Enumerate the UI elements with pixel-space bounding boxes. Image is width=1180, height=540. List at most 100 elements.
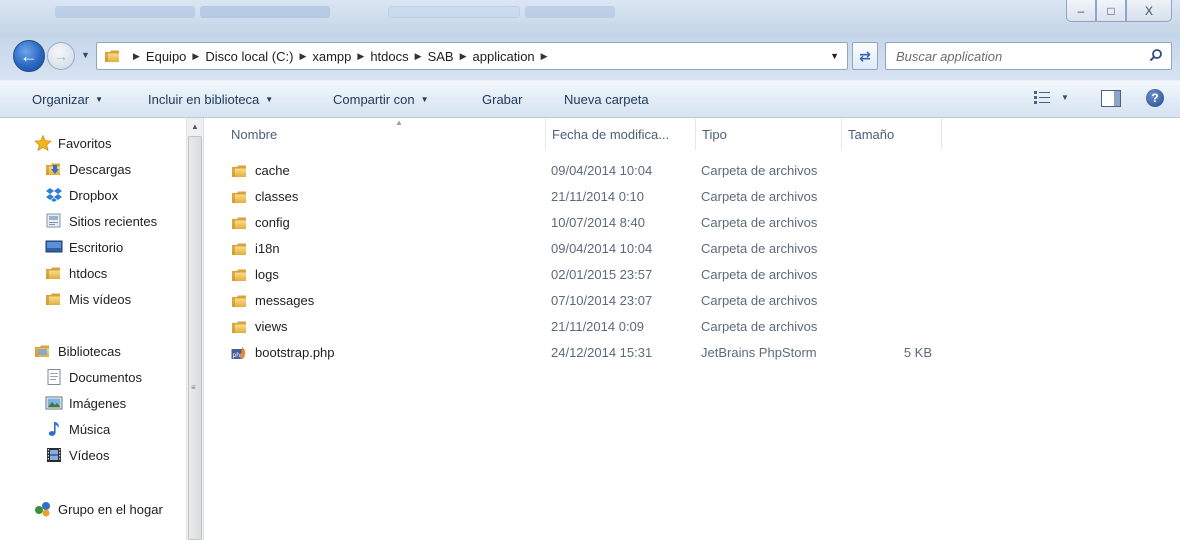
breadcrumb-htdocs[interactable]: htdocs bbox=[370, 49, 408, 64]
breadcrumb-sab[interactable]: SAB bbox=[428, 49, 454, 64]
breadcrumb-separator-icon[interactable]: ▶ bbox=[415, 51, 422, 62]
sidebar-item-dropbox[interactable]: Dropbox bbox=[45, 184, 118, 206]
table-row[interactable]: cache 09/04/2014 10:04 Carpeta de archivos bbox=[205, 158, 965, 184]
column-header-name[interactable]: Nombre ▲ bbox=[225, 118, 546, 150]
new-folder-button[interactable]: Nueva carpeta bbox=[564, 92, 649, 107]
file-name: i18n bbox=[255, 241, 280, 256]
sidebar-item-imagenes[interactable]: Imágenes bbox=[45, 392, 126, 414]
file-name: config bbox=[255, 215, 290, 230]
breadcrumb-separator-icon[interactable]: ▶ bbox=[357, 51, 364, 62]
table-row[interactable]: php bootstrap.php 24/12/2014 15:31 JetBrain… bbox=[205, 340, 965, 366]
forward-button[interactable]: → bbox=[47, 42, 75, 70]
sidebar-item-grupo-hogar[interactable]: Grupo en el hogar bbox=[34, 498, 163, 520]
pictures-icon bbox=[45, 396, 63, 410]
window-controls: – □ X bbox=[1066, 0, 1172, 22]
folder-icon bbox=[231, 294, 247, 308]
back-button[interactable]: ← bbox=[13, 40, 45, 72]
sidebar-item-documentos[interactable]: Documentos bbox=[45, 366, 142, 388]
sidebar-scrollbar[interactable]: ▲ ≡ bbox=[186, 118, 203, 540]
breadcrumb-disco-local[interactable]: Disco local (C:) bbox=[205, 49, 293, 64]
sidebar-item-label: htdocs bbox=[69, 265, 108, 281]
sidebar-item-label: Música bbox=[69, 421, 111, 437]
command-bar: Organizar ▼ Incluir en biblioteca ▼ Compar… bbox=[0, 80, 1180, 118]
refresh-button[interactable]: ⇄ bbox=[852, 42, 878, 70]
column-header-type[interactable]: Tipo bbox=[696, 118, 842, 150]
sidebar-item-favoritos[interactable]: Favoritos bbox=[34, 132, 111, 154]
search-icon[interactable] bbox=[1149, 48, 1163, 62]
close-button[interactable]: X bbox=[1126, 0, 1172, 22]
folder-icon bbox=[231, 242, 247, 256]
chevron-down-icon: ▼ bbox=[420, 95, 429, 104]
background-window-tab bbox=[200, 6, 330, 18]
breadcrumb-equipo[interactable]: Equipo bbox=[146, 49, 186, 64]
sidebar-item-label: Bibliotecas bbox=[58, 343, 121, 359]
sidebar-item-htdocs[interactable]: htdocs bbox=[45, 262, 107, 284]
search-input[interactable] bbox=[896, 48, 1146, 64]
sidebar-item-videos[interactable]: Vídeos bbox=[45, 444, 109, 466]
sidebar-item-musica[interactable]: Música bbox=[45, 418, 110, 440]
scrollbar-thumb[interactable] bbox=[188, 136, 202, 540]
sidebar-item-sitios-recientes[interactable]: Sitios recientes bbox=[45, 210, 157, 232]
column-header-size[interactable]: Tamaño bbox=[842, 118, 942, 150]
table-row[interactable]: i18n 09/04/2014 10:04 Carpeta de archivos bbox=[205, 236, 965, 262]
folder-icon bbox=[231, 164, 247, 178]
scrollbar-grip-icon: ≡ bbox=[191, 383, 196, 392]
sidebar-item-label: Imágenes bbox=[69, 395, 127, 411]
sidebar-item-mis-videos[interactable]: Mis vídeos bbox=[45, 288, 131, 310]
documents-icon bbox=[47, 369, 61, 385]
column-header-date[interactable]: Fecha de modifica... bbox=[546, 118, 696, 150]
breadcrumb-xampp[interactable]: xampp bbox=[312, 49, 351, 64]
file-type: Carpeta de archivos bbox=[701, 267, 818, 282]
music-icon bbox=[48, 422, 59, 436]
burn-button[interactable]: Grabar bbox=[482, 92, 522, 107]
address-bar[interactable]: ▶ Equipo ▶ Disco local (C:) ▶ xampp ▶ ht… bbox=[96, 42, 848, 70]
sidebar-item-label: Documentos bbox=[69, 369, 142, 385]
breadcrumb-application[interactable]: application bbox=[473, 49, 535, 64]
help-icon[interactable]: ? bbox=[1146, 89, 1164, 107]
back-arrow-icon: ← bbox=[20, 45, 38, 66]
maximize-button[interactable]: □ bbox=[1096, 0, 1126, 22]
downloads-icon bbox=[46, 163, 60, 175]
background-window-tab bbox=[55, 6, 195, 18]
table-row[interactable]: views 21/11/2014 0:09 Carpeta de archivos bbox=[205, 314, 965, 340]
sidebar-item-descargas[interactable]: Descargas bbox=[45, 158, 131, 180]
file-type: Carpeta de archivos bbox=[701, 241, 818, 256]
sidebar-item-escritorio[interactable]: Escritorio bbox=[45, 236, 123, 258]
file-name-cell: config bbox=[231, 215, 290, 230]
sidebar-item-label: Grupo en el hogar bbox=[58, 501, 163, 517]
file-size: 5 KB bbox=[903, 345, 932, 360]
include-in-library-menu[interactable]: Incluir en biblioteca ▼ bbox=[148, 92, 273, 107]
sort-ascending-icon: ▲ bbox=[395, 118, 403, 127]
breadcrumb-separator-icon[interactable]: ▶ bbox=[541, 51, 548, 62]
scroll-up-icon[interactable]: ▲ bbox=[191, 122, 199, 131]
preview-pane-icon[interactable] bbox=[1101, 90, 1121, 107]
file-type: Carpeta de archivos bbox=[701, 293, 818, 308]
address-history-chevron-icon[interactable]: ▼ bbox=[830, 51, 839, 61]
recent-pages-dropdown[interactable]: ▼ bbox=[81, 50, 90, 60]
breadcrumb-separator-icon[interactable]: ▶ bbox=[460, 51, 467, 62]
file-date: 09/04/2014 10:04 bbox=[551, 241, 653, 256]
navigation-pane: Favoritos Descargas Dropbox Sitios recie… bbox=[0, 118, 204, 540]
sidebar-item-label: Mis vídeos bbox=[69, 291, 132, 307]
change-view-button[interactable]: ▼ bbox=[1033, 90, 1069, 104]
folder-icon bbox=[231, 320, 247, 334]
table-row[interactable]: config 10/07/2014 8:40 Carpeta de archivos bbox=[205, 210, 965, 236]
file-date: 21/11/2014 0:10 bbox=[551, 189, 645, 204]
file-date: 07/10/2014 23:07 bbox=[551, 293, 653, 308]
minimize-button[interactable]: – bbox=[1066, 0, 1096, 22]
php-file-icon: php bbox=[231, 346, 246, 359]
share-with-label: Compartir con bbox=[333, 92, 415, 107]
table-row[interactable]: logs 02/01/2015 23:57 Carpeta de archivos bbox=[205, 262, 965, 288]
libraries-icon bbox=[35, 345, 49, 357]
organize-menu[interactable]: Organizar ▼ bbox=[32, 92, 103, 107]
table-row[interactable]: messages 07/10/2014 23:07 Carpeta de archi… bbox=[205, 288, 965, 314]
sidebar-item-bibliotecas[interactable]: Bibliotecas bbox=[34, 340, 121, 362]
share-with-menu[interactable]: Compartir con ▼ bbox=[333, 92, 429, 107]
file-type: Carpeta de archivos bbox=[701, 319, 818, 334]
breadcrumb-separator-icon[interactable]: ▶ bbox=[192, 51, 199, 62]
title-bar: – □ X bbox=[0, 0, 1180, 36]
breadcrumb-separator-icon[interactable]: ▶ bbox=[299, 51, 306, 62]
breadcrumb-separator-icon[interactable]: ▶ bbox=[133, 51, 140, 62]
table-row[interactable]: classes 21/11/2014 0:10 Carpeta de archivo… bbox=[205, 184, 965, 210]
column-header-label: Nombre bbox=[231, 126, 278, 142]
